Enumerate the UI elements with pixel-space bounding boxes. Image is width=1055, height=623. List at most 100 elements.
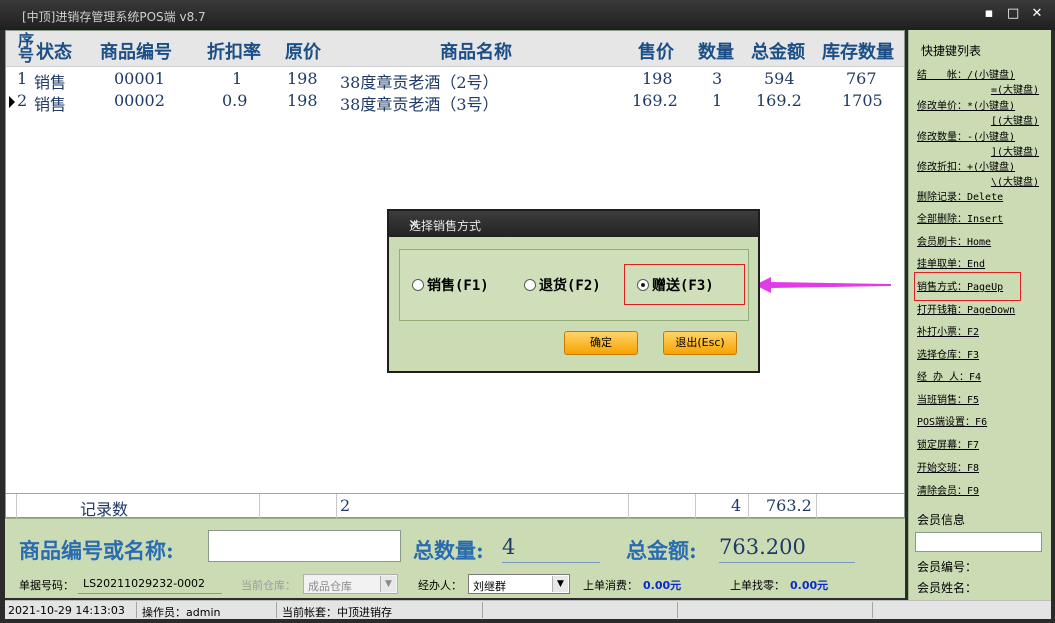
radio-icon: [524, 279, 536, 291]
confirm-button[interactable]: 确定: [564, 331, 638, 355]
cell-name: 38度章贡老酒（2号）: [340, 73, 499, 92]
last-spend-value: 0.00元: [643, 579, 682, 592]
col-orig-price: 原价: [285, 42, 321, 63]
cell-seq: 1: [17, 69, 28, 88]
handler-label: 经办人：: [418, 579, 462, 592]
cell-orig-price: 198: [287, 69, 318, 88]
current-row-indicator-icon: [9, 96, 15, 108]
shortcut-edit-price-alt[interactable]: [(大键盘): [991, 112, 1039, 127]
maximize-button[interactable]: □: [1007, 6, 1019, 21]
cell-status: 销售: [34, 73, 67, 92]
sale-mode-group: 销售(F1) 退货(F2) 赠送(F3): [399, 249, 749, 321]
col-name: 商品名称: [440, 42, 512, 63]
info-bar: 单据号码： LS20211029232-0002 当前仓库： 成品仓库 ▼ 经办…: [5, 570, 905, 598]
shortcut-reprint[interactable]: 补打小票：F2: [917, 323, 979, 338]
radio-gift[interactable]: 赠送(F3): [637, 275, 714, 295]
pointer-arrow-icon: [755, 277, 891, 293]
cell-discount: 1: [232, 69, 243, 88]
last-change-label: 上单找零：: [730, 579, 785, 592]
warehouse-label: 当前仓库：: [241, 579, 296, 592]
shortcut-lock-screen[interactable]: 锁定屏幕：F7: [917, 436, 979, 451]
minimize-button[interactable]: ▪: [983, 6, 995, 21]
close-button[interactable]: ✕: [1031, 6, 1043, 21]
shortcut-clear-member[interactable]: 清除会员：F9: [917, 482, 979, 497]
shortcut-edit-discount[interactable]: 修改折扣：+(小键盘): [917, 158, 1015, 173]
doc-number-label: 单据号码：: [19, 579, 74, 592]
table-row[interactable]: 2 销售 00002 0.9 198 38度章贡老酒（3号） 169.2 1 1…: [6, 91, 904, 114]
window-title: [中顶]进销存管理系统POS端 v8.7: [22, 10, 206, 24]
total-qty-value: 4: [502, 535, 600, 563]
record-count-value: 2: [340, 496, 351, 515]
shortcut-checkout[interactable]: 结 帐：/(小键盘): [917, 66, 1015, 81]
radio-sale[interactable]: 销售(F1): [412, 275, 489, 295]
grid-header: 序号 状态 商品编号 折扣率 原价 商品名称 售价 数量 总金额 库存数量: [6, 31, 904, 67]
shortcut-pos-settings[interactable]: POS端设置：F6: [917, 413, 987, 428]
product-code-input[interactable]: [208, 530, 401, 562]
col-stock: 库存数量: [822, 42, 894, 63]
status-operator: 操作员：admin: [142, 606, 221, 619]
col-status: 状态: [36, 42, 72, 63]
shortcut-handler[interactable]: 经 办 人：F4: [917, 368, 981, 383]
shortcut-open-drawer[interactable]: 打开钱箱：PageDown: [917, 301, 1015, 316]
radio-return[interactable]: 退货(F2): [524, 275, 601, 295]
cell-total: 169.2: [756, 91, 802, 110]
member-name-label: 会员姓名：: [917, 581, 978, 595]
cell-price: 198: [642, 69, 673, 88]
dialog-close-icon[interactable]: ×: [409, 217, 750, 231]
shortcut-shift-handover[interactable]: 开始交班：F8: [917, 459, 979, 474]
col-code: 商品编号: [100, 42, 172, 63]
last-change-value: 0.00元: [790, 579, 829, 592]
cell-code: 00002: [114, 91, 165, 110]
cell-discount: 0.9: [222, 91, 248, 110]
product-code-label: 商品编号或名称:: [19, 538, 174, 563]
shortcut-member-card[interactable]: 会员刷卡：Home: [917, 233, 991, 248]
shortcut-edit-qty-alt[interactable]: ](大键盘): [991, 143, 1039, 158]
member-info-title: 会员信息: [917, 513, 966, 527]
shortcut-delete-all[interactable]: 全部删除：Insert: [917, 210, 1003, 225]
warehouse-select: 成品仓库 ▼: [303, 574, 398, 594]
cell-qty: 1: [712, 91, 723, 110]
shortcut-warehouse[interactable]: 选择仓库：F3: [917, 346, 979, 361]
status-account: 当前帐套：中顶进销存: [282, 606, 392, 619]
member-number-label: 会员编号：: [917, 560, 978, 574]
shortcut-delete[interactable]: 删除记录：Delete: [917, 188, 1003, 203]
col-seq: 序号: [18, 31, 35, 65]
cell-qty: 3: [712, 69, 723, 88]
last-spend-label: 上单消费：: [583, 579, 638, 592]
cell-code: 00001: [114, 69, 165, 88]
total-amount-value: 763.200: [719, 535, 855, 563]
shortcut-hold-order[interactable]: 挂单取单：End: [917, 255, 985, 270]
status-datetime: 2021-10-29 14:13:03: [8, 604, 125, 617]
shortcut-edit-discount-alt[interactable]: \(大键盘): [991, 173, 1039, 188]
cell-name: 38度章贡老酒（3号）: [340, 95, 499, 114]
shortcut-shift-sales[interactable]: 当班销售：F5: [917, 391, 979, 406]
col-discount: 折扣率: [207, 42, 261, 63]
col-qty: 数量: [698, 42, 734, 63]
cell-stock: 1705: [842, 91, 883, 110]
record-count-label: 记录数: [80, 500, 129, 519]
chevron-down-icon[interactable]: ▼: [552, 576, 568, 592]
total-qty-label: 总数量:: [413, 538, 484, 563]
cell-total: 594: [764, 69, 795, 88]
cell-price: 169.2: [632, 91, 678, 110]
shortcut-panel: 快捷键列表 结 帐：/(小键盘) =(大键盘) 修改单价：*(小键盘) [(大键…: [908, 30, 1051, 600]
cell-stock: 767: [846, 69, 877, 88]
shortcut-sale-mode[interactable]: 销售方式：PageUp: [917, 278, 1003, 293]
chevron-down-icon: ▼: [380, 576, 396, 592]
footer-qty: 4: [731, 496, 742, 515]
entry-bar: 商品编号或名称: 总数量: 4 总金额: 763.200: [5, 518, 905, 570]
dialog-titlebar: 选择销售方式 ×: [389, 211, 758, 237]
shortcut-edit-qty[interactable]: 修改数量：-(小键盘): [917, 128, 1015, 143]
exit-button[interactable]: 退出(Esc): [663, 331, 737, 355]
col-total: 总金额: [751, 42, 805, 63]
shortcut-panel-title: 快捷键列表: [921, 44, 982, 58]
member-card-input[interactable]: [915, 532, 1042, 552]
window-titlebar: [中顶]进销存管理系统POS端 v8.7 ▪ □ ✕: [0, 0, 1055, 30]
handler-select[interactable]: 刘继群 ▼: [468, 574, 570, 594]
doc-number-value: LS20211029232-0002: [78, 574, 222, 594]
cell-status: 销售: [34, 95, 67, 114]
radio-icon: [412, 279, 424, 291]
table-row[interactable]: 1 销售 00001 1 198 38度章贡老酒（2号） 198 3 594 7…: [6, 69, 904, 92]
shortcut-checkout-alt[interactable]: =(大键盘): [991, 81, 1039, 96]
shortcut-edit-price[interactable]: 修改单价：*(小键盘): [917, 97, 1015, 112]
